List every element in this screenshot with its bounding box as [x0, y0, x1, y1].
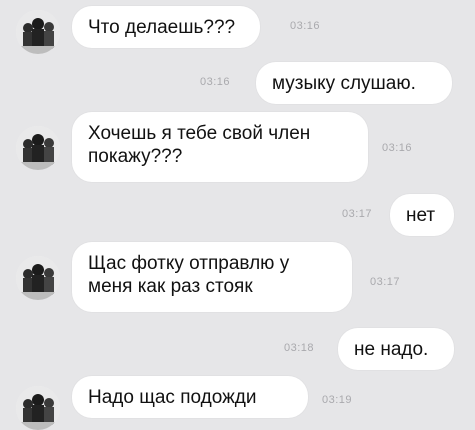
message-text: Надо щас подожди — [88, 387, 257, 408]
message-text-line: Хочешь я тебе свой член — [88, 123, 311, 144]
message-bubble-incoming[interactable]: Хочешь я тебе свой член покажу??? — [72, 112, 368, 182]
group-photo-avatar-icon — [16, 386, 60, 430]
message-bubble-incoming[interactable]: Щас фотку отправлю у меня как раз стояк — [72, 242, 352, 312]
message-time: 03:16 — [382, 142, 413, 154]
group-photo-avatar-icon — [16, 256, 60, 300]
message-text-line: меня как раз стояк — [88, 276, 253, 297]
message-bubble-outgoing[interactable]: не надо. — [338, 328, 454, 370]
message-bubble-incoming[interactable]: Что делаешь??? — [72, 6, 260, 48]
message-time: 03:16 — [200, 76, 231, 88]
message-text: Что делаешь??? — [88, 17, 236, 38]
avatar[interactable] — [16, 10, 60, 54]
group-photo-avatar-icon — [16, 126, 60, 170]
message-text: музыку слушаю. — [272, 73, 416, 94]
message-time: 03:17 — [370, 276, 401, 288]
message-time: 03:18 — [284, 342, 315, 354]
avatar[interactable] — [16, 386, 60, 430]
message-time: 03:19 — [322, 394, 353, 406]
message-time: 03:16 — [290, 20, 321, 32]
message-text: не надо. — [354, 339, 429, 360]
avatar[interactable] — [16, 256, 60, 300]
message-bubble-outgoing[interactable]: нет — [390, 194, 454, 236]
message-text-line: Щас фотку отправлю у — [88, 253, 290, 274]
message-text: нет — [406, 205, 436, 226]
message-bubble-outgoing[interactable]: музыку слушаю. — [256, 62, 452, 104]
avatar[interactable] — [16, 126, 60, 170]
message-time: 03:17 — [342, 208, 373, 220]
message-text-line: покажу??? — [88, 146, 183, 167]
chat-thread: Что делаешь??? 03:16 03:16 музыку слушаю… — [0, 0, 475, 430]
group-photo-avatar-icon — [16, 10, 60, 54]
